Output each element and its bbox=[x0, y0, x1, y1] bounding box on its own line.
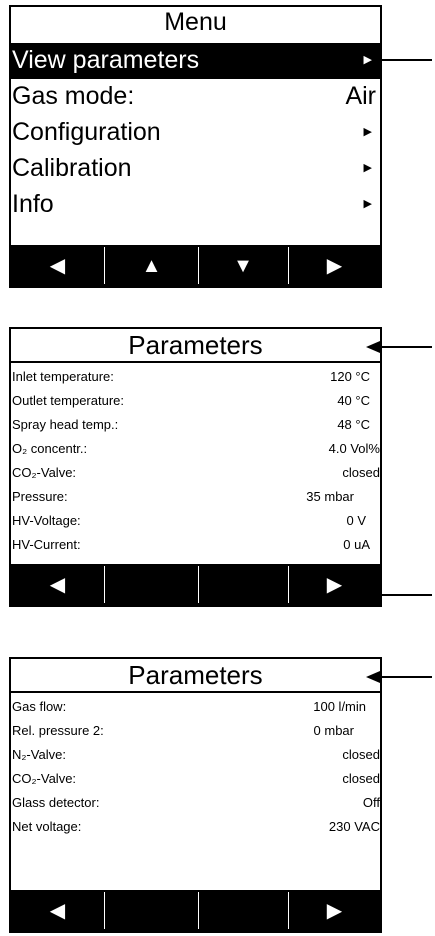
param-row: Outlet temperature: 40 °C bbox=[11, 389, 380, 413]
arrow-left-icon: ◀ bbox=[49, 254, 66, 277]
arrow-left-icon: ◀ bbox=[49, 899, 66, 922]
menu-title: Menu bbox=[164, 8, 227, 36]
menu-item-configuration[interactable]: Configuration ▶ bbox=[11, 115, 380, 151]
param-value: 48 °C bbox=[337, 417, 370, 432]
param-label: Pressure: bbox=[12, 489, 68, 504]
parameters-screen-1: Parameters Inlet temperature: 120 °C Out… bbox=[9, 327, 382, 607]
param-label: HV-Voltage: bbox=[12, 513, 81, 528]
param-row: Glass detector: Off bbox=[11, 791, 380, 815]
param-label: O₂ concentr.: bbox=[12, 441, 88, 456]
softkey-right[interactable]: ▶ bbox=[289, 564, 380, 605]
param-row: Rel. pressure 2: 0 mbar bbox=[11, 719, 380, 743]
param-value: 120 °C bbox=[330, 369, 370, 384]
param-value: 100 l/min bbox=[313, 699, 366, 714]
param-label: Spray head temp.: bbox=[12, 417, 119, 432]
menu-item-calibration[interactable]: Calibration ▶ bbox=[11, 151, 380, 187]
param-value: 230 VAC bbox=[328, 819, 380, 834]
param-row: CO₂-Valve: closed bbox=[11, 461, 380, 485]
param-row: CO₂-Valve: closed bbox=[11, 767, 380, 791]
menu-item-info[interactable]: Info ▶ bbox=[11, 187, 380, 223]
param-label: Net voltage: bbox=[12, 819, 82, 834]
param-label: CO₂-Valve: bbox=[12, 771, 77, 786]
softkey-left[interactable]: ◀ bbox=[11, 564, 104, 605]
parameters-title: Parameters bbox=[11, 329, 380, 363]
menu-item-label: View parameters bbox=[12, 46, 200, 74]
param-value: closed bbox=[342, 747, 380, 762]
param-row: Pressure: 35 mbar bbox=[11, 485, 380, 509]
param-label: Gas flow: bbox=[12, 699, 67, 714]
softkey-right[interactable]: ▶ bbox=[289, 890, 380, 931]
submenu-arrow-icon: ▶ bbox=[363, 54, 372, 66]
param-row: Net voltage: 230 VAC bbox=[11, 815, 380, 839]
param-label: Outlet temperature: bbox=[12, 393, 124, 408]
menu-item-label: Calibration bbox=[12, 154, 132, 182]
softkey-right[interactable]: ▶ bbox=[289, 245, 380, 286]
arrow-down-icon: ▼ bbox=[233, 254, 253, 277]
softkey-blank[interactable] bbox=[199, 564, 287, 605]
submenu-arrow-icon: ▶ bbox=[363, 198, 372, 210]
param-value: 0 uA bbox=[343, 537, 370, 552]
param-value: Off bbox=[362, 795, 380, 810]
softkey-up[interactable]: ▲ bbox=[105, 245, 198, 286]
param-row: O₂ concentr.: 4.0 Vol% bbox=[11, 437, 380, 461]
param-row: HV-Voltage: 0 V bbox=[11, 509, 380, 533]
menu-item-value: Air bbox=[345, 82, 376, 110]
param-label: Glass detector: bbox=[12, 795, 100, 810]
submenu-arrow-icon: ▶ bbox=[363, 126, 372, 138]
callout-line-parameters-2 bbox=[378, 676, 432, 678]
menu-screen: Menu View parameters ▶ Gas mode: Air Con… bbox=[9, 5, 382, 288]
menu-item-label: Configuration bbox=[12, 118, 161, 146]
param-value: closed bbox=[342, 771, 380, 786]
softkey-down[interactable]: ▼ bbox=[199, 245, 287, 286]
softkey-blank[interactable] bbox=[105, 564, 198, 605]
softkey-bar: ◀ ▲ ▼ ▶ bbox=[11, 245, 380, 286]
param-row: HV-Current: 0 uA bbox=[11, 533, 380, 557]
callout-line-view-parameters bbox=[372, 59, 432, 61]
softkey-blank[interactable] bbox=[105, 890, 198, 931]
param-row: N₂-Valve: closed bbox=[11, 743, 380, 767]
softkey-bar: ◀ ▶ bbox=[11, 564, 380, 605]
arrow-up-icon: ▲ bbox=[141, 254, 162, 277]
param-value: 4.0 Vol% bbox=[328, 441, 380, 456]
param-row: Inlet temperature: 120 °C bbox=[11, 365, 380, 389]
menu-item-label: Gas mode: bbox=[12, 82, 135, 110]
param-label: HV-Current: bbox=[12, 537, 81, 552]
param-label: Inlet temperature: bbox=[12, 369, 114, 384]
arrow-right-icon: ▶ bbox=[326, 573, 343, 596]
parameters-screen-2: Parameters Gas flow: 100 l/min Rel. pres… bbox=[9, 657, 382, 933]
menu-item-label: Info bbox=[12, 190, 54, 218]
param-label: N₂-Valve: bbox=[12, 747, 66, 762]
param-value: 35 mbar bbox=[306, 489, 354, 504]
softkey-bar: ◀ ▶ bbox=[11, 890, 380, 931]
param-value: 0 V bbox=[346, 513, 366, 528]
submenu-arrow-icon: ▶ bbox=[363, 162, 372, 174]
parameters-title: Parameters bbox=[11, 659, 380, 693]
softkey-blank[interactable] bbox=[199, 890, 287, 931]
callout-line-parameters-1 bbox=[378, 346, 432, 348]
arrow-right-icon: ▶ bbox=[326, 254, 343, 277]
arrow-right-icon: ▶ bbox=[326, 899, 343, 922]
menu-item-view-parameters[interactable]: View parameters ▶ bbox=[11, 43, 380, 79]
param-row: Spray head temp.: 48 °C bbox=[11, 413, 380, 437]
softkey-left[interactable]: ◀ bbox=[11, 890, 104, 931]
softkey-left[interactable]: ◀ bbox=[11, 245, 104, 286]
callout-line-right-key bbox=[370, 594, 432, 596]
menu-item-gas-mode[interactable]: Gas mode: Air bbox=[11, 79, 380, 115]
param-label: Rel. pressure 2: bbox=[12, 723, 104, 738]
arrow-left-icon: ◀ bbox=[49, 573, 66, 596]
callout-arrowhead-icon bbox=[366, 671, 380, 683]
param-value: 0 mbar bbox=[313, 723, 354, 738]
callout-arrowhead-icon bbox=[366, 341, 380, 353]
param-value: closed bbox=[342, 465, 380, 480]
param-label: CO₂-Valve: bbox=[12, 465, 77, 480]
param-value: 40 °C bbox=[337, 393, 370, 408]
param-row: Gas flow: 100 l/min bbox=[11, 695, 380, 719]
